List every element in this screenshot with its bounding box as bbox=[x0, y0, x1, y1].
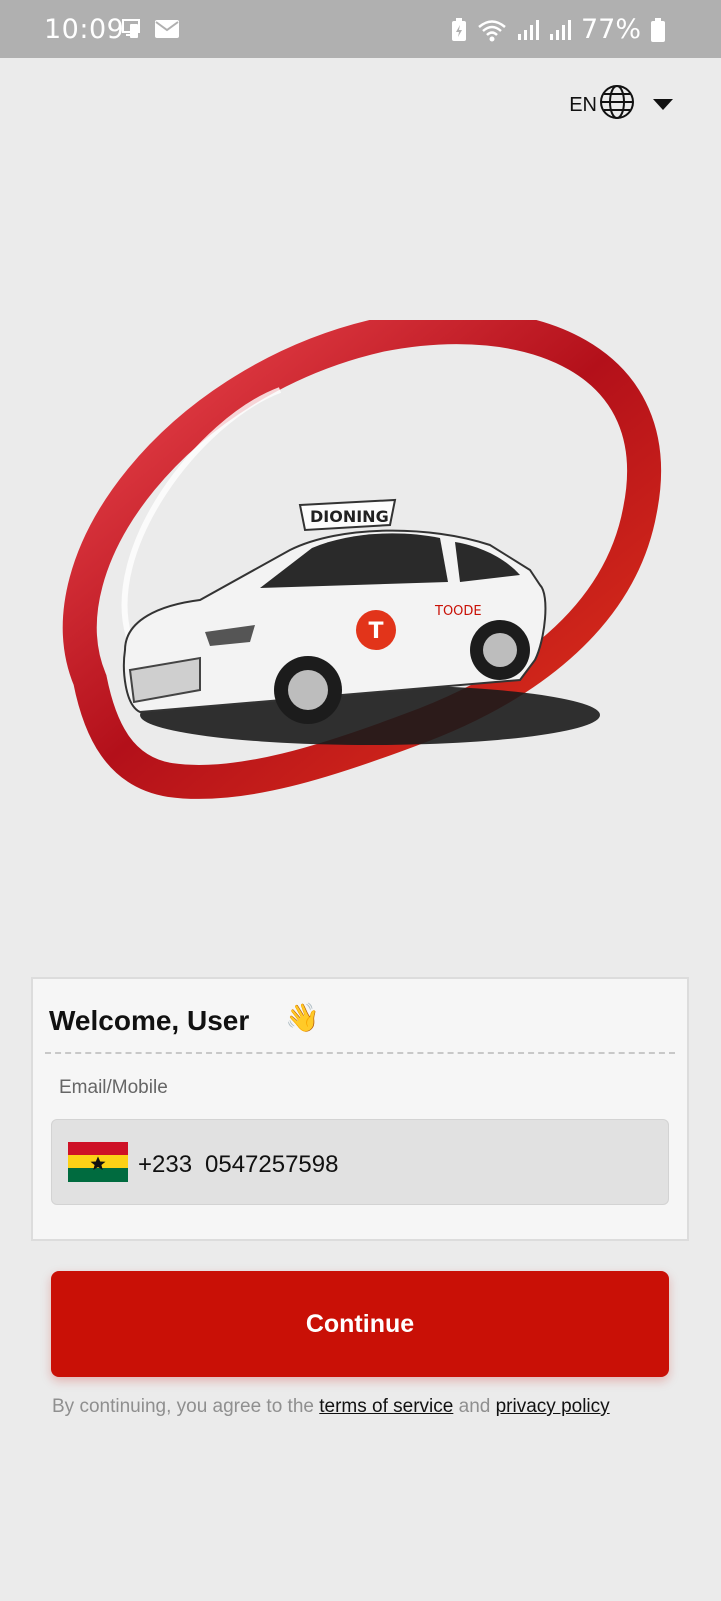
phone-input[interactable]: +233 0547257598 bbox=[51, 1119, 669, 1205]
continue-button[interactable]: Continue bbox=[51, 1271, 669, 1377]
door-text: TOODE bbox=[434, 604, 482, 619]
chevron-down-icon bbox=[653, 94, 673, 117]
dial-code[interactable]: +233 bbox=[138, 1151, 192, 1179]
status-icons-right: 77% bbox=[451, 14, 665, 45]
welcome-heading: Welcome, User bbox=[49, 1005, 250, 1036]
language-code: EN bbox=[569, 93, 597, 116]
ghana-flag-icon[interactable] bbox=[68, 1142, 128, 1182]
signal-icon bbox=[549, 19, 571, 41]
battery-percent: 77% bbox=[580, 14, 641, 45]
status-icons-left bbox=[122, 18, 180, 44]
battery-saver-icon bbox=[451, 17, 467, 42]
login-card: Welcome, User 👋 Email/Mobile +233 054725… bbox=[31, 977, 689, 1241]
wifi-icon bbox=[477, 18, 507, 42]
legal-and: and bbox=[458, 1396, 491, 1417]
language-selector[interactable]: EN bbox=[569, 84, 673, 126]
status-bar: 10:09 77% bbox=[0, 0, 721, 58]
screen-cast-icon bbox=[122, 18, 146, 44]
mail-icon bbox=[154, 19, 180, 43]
dashed-divider bbox=[45, 1052, 675, 1054]
svg-text:T: T bbox=[368, 619, 383, 644]
legal-text: By continuing, you agree to the terms of… bbox=[52, 1396, 610, 1418]
email-mobile-label: Email/Mobile bbox=[59, 1077, 168, 1098]
roof-sign-text: DIONING bbox=[310, 507, 389, 526]
signal-icon bbox=[517, 19, 539, 41]
battery-icon bbox=[651, 17, 665, 42]
legal-prefix: By continuing, you agree to the bbox=[52, 1396, 314, 1417]
phone-number-value[interactable]: 0547257598 bbox=[205, 1151, 338, 1179]
globe-icon bbox=[599, 84, 635, 126]
taxi-logo-illustration: DIONING T TOODE bbox=[50, 310, 670, 820]
status-time: 10:09 bbox=[44, 14, 125, 45]
terms-of-service-link[interactable]: terms of service bbox=[319, 1396, 453, 1417]
privacy-policy-link[interactable]: privacy policy bbox=[496, 1396, 610, 1417]
wave-emoji: 👋 bbox=[285, 1002, 320, 1033]
